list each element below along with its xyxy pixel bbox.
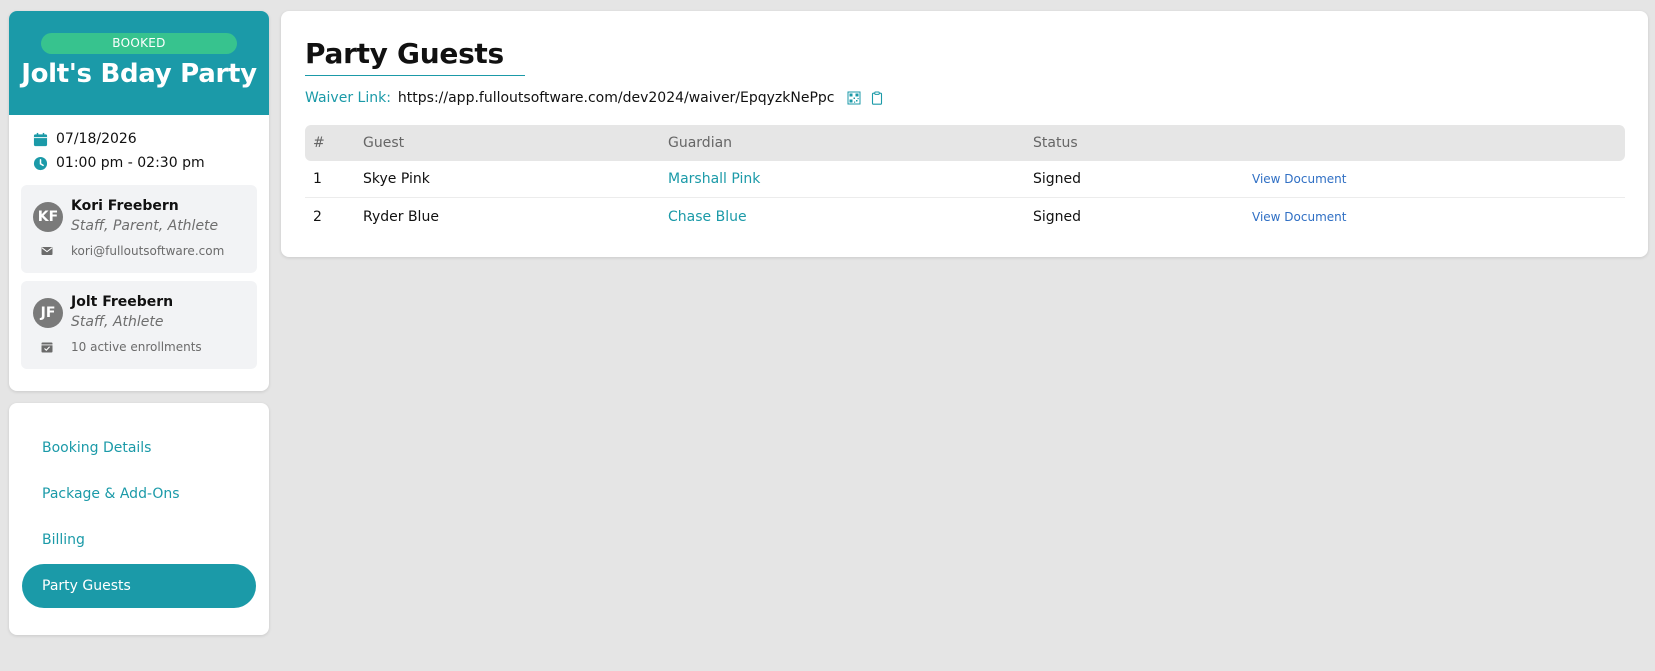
guardian-link[interactable]: Chase Blue bbox=[668, 209, 747, 225]
envelope-icon bbox=[41, 247, 53, 255]
waiver-link-row: Waiver Link: https://app.fulloutsoftware… bbox=[305, 90, 893, 106]
avatar: KF bbox=[33, 202, 63, 232]
status-badge: BOOKED bbox=[41, 33, 237, 54]
person-email: kori@fulloutsoftware.com bbox=[41, 244, 224, 258]
booking-time-text: 01:00 pm - 02:30 pm bbox=[56, 155, 205, 171]
qr-code-icon[interactable] bbox=[847, 91, 861, 105]
col-header-status: Status bbox=[1033, 135, 1078, 151]
person-enrollments-text: 10 active enrollments bbox=[71, 340, 202, 354]
contact-card-jolt[interactable]: JF Jolt Freebern Staff, Athlete 10 activ… bbox=[21, 281, 257, 369]
booking-nav: Booking Details Package & Add-Ons Billin… bbox=[9, 403, 269, 635]
contact-card-kori[interactable]: KF Kori Freebern Staff, Parent, Athlete … bbox=[21, 185, 257, 273]
guardian-link[interactable]: Marshall Pink bbox=[668, 171, 760, 187]
person-enrollments: 10 active enrollments bbox=[41, 340, 202, 354]
person-roles: Staff, Athlete bbox=[71, 314, 164, 330]
nav-item-billing[interactable]: Billing bbox=[22, 518, 256, 562]
person-email-text: kori@fulloutsoftware.com bbox=[71, 244, 225, 258]
booking-date: 07/18/2026 bbox=[9, 127, 269, 151]
waiver-status: Signed bbox=[1033, 208, 1082, 225]
table-row: 2 Ryder Blue Chase Blue Signed View Docu… bbox=[305, 198, 1625, 235]
view-document-link[interactable]: View Document bbox=[1252, 210, 1346, 224]
event-title: Jolt's Bday Party bbox=[21, 59, 257, 89]
guest-name: Skye Pink bbox=[363, 171, 430, 187]
col-header-guest: Guest bbox=[363, 135, 405, 151]
col-header-number: # bbox=[313, 135, 325, 151]
waiver-label: Waiver Link: bbox=[305, 90, 391, 106]
clipboard-icon[interactable] bbox=[870, 91, 884, 105]
booking-date-text: 07/18/2026 bbox=[56, 131, 137, 147]
calendar-icon bbox=[33, 132, 48, 146]
row-number: 2 bbox=[313, 208, 322, 225]
col-header-guardian: Guardian bbox=[668, 135, 733, 151]
nav-item-booking-details[interactable]: Booking Details bbox=[22, 426, 256, 470]
nav-item-package-add-ons[interactable]: Package & Add-Ons bbox=[22, 472, 256, 516]
guests-table: # Guest Guardian Status 1 Skye Pink Mars… bbox=[305, 125, 1625, 235]
view-document-link[interactable]: View Document bbox=[1252, 172, 1346, 186]
person-name: Kori Freebern bbox=[71, 198, 179, 214]
waiver-url[interactable]: https://app.fulloutsoftware.com/dev2024/… bbox=[398, 90, 835, 106]
person-name: Jolt Freebern bbox=[71, 294, 174, 310]
guest-name: Ryder Blue bbox=[363, 208, 439, 225]
row-number: 1 bbox=[313, 171, 322, 187]
clock-icon bbox=[33, 156, 48, 170]
avatar: JF bbox=[33, 298, 63, 328]
party-guests-panel: Party Guests Waiver Link: https://app.fu… bbox=[281, 11, 1648, 257]
booking-summary-card: BOOKED Jolt's Bday Party 07/18/2026 01:0… bbox=[9, 11, 269, 391]
waiver-status: Signed bbox=[1033, 171, 1082, 187]
page-title: Party Guests bbox=[305, 37, 504, 70]
nav-item-party-guests[interactable]: Party Guests bbox=[22, 564, 256, 608]
title-underline bbox=[305, 75, 525, 76]
table-row: 1 Skye Pink Marshall Pink Signed View Do… bbox=[305, 161, 1625, 198]
calendar-check-icon bbox=[41, 342, 53, 353]
booking-header: BOOKED Jolt's Bday Party bbox=[9, 11, 269, 115]
booking-time: 01:00 pm - 02:30 pm bbox=[9, 151, 269, 175]
table-header: # Guest Guardian Status bbox=[305, 125, 1625, 161]
person-roles: Staff, Parent, Athlete bbox=[71, 218, 219, 234]
